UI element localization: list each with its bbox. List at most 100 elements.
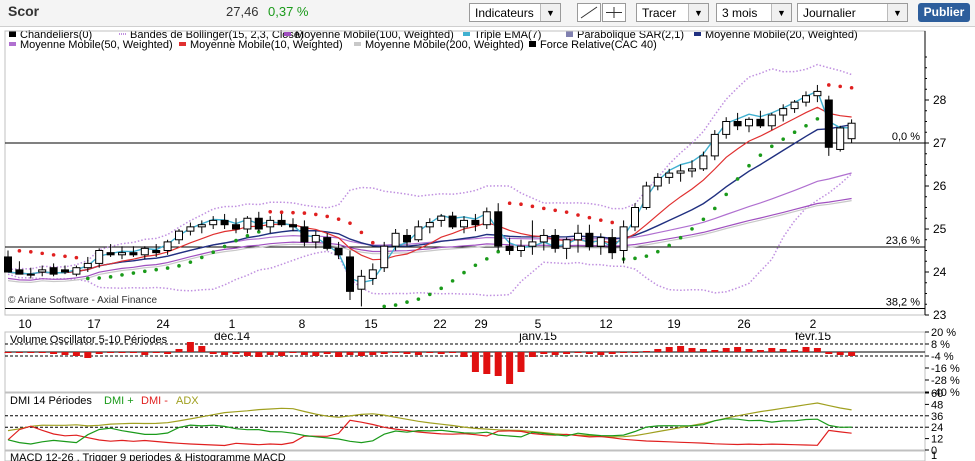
x-month-label: déc.14 — [214, 329, 250, 343]
vo-bar — [15, 352, 23, 353]
x-tick-label: 22 — [433, 317, 447, 331]
vo-bar — [779, 349, 787, 352]
vo-bar — [825, 352, 833, 354]
chevron-down-icon: ▼ — [887, 4, 907, 21]
price-change: 0,37 % — [268, 4, 309, 19]
candle-body — [767, 114, 776, 127]
tracer-dropdown[interactable]: Tracer ▼ — [636, 3, 709, 22]
vo-bar — [563, 352, 571, 354]
vo-bar — [494, 352, 502, 376]
candle-body — [72, 267, 81, 275]
chevron-down-icon: ▼ — [771, 4, 791, 21]
sar-dot — [747, 163, 751, 168]
sar-dot — [849, 85, 854, 90]
dmi-tick-label: 48 — [931, 399, 943, 411]
sar-dot — [553, 208, 557, 213]
sar-dot — [234, 238, 238, 243]
candle-body — [38, 269, 47, 273]
interval-value: Journalier — [803, 6, 856, 20]
fibonacci-label: 23,6 % — [886, 235, 920, 247]
chart-canvas[interactable]: Chandeliers(0) Bandes de Bollinger(15, 2,… — [0, 27, 975, 461]
sar-dot — [222, 244, 227, 249]
sar-dot — [165, 266, 170, 270]
vo-bar — [426, 352, 434, 353]
x-month-label: févr.15 — [795, 329, 831, 343]
legend-label: Force Relative(CAC 40) — [540, 39, 657, 51]
macd-title: MACD 12-26 , Trigger 9 periodes & Histog… — [10, 452, 286, 461]
vo-bar — [243, 352, 251, 356]
vo-bar — [4, 352, 12, 353]
vo-bar — [848, 352, 856, 356]
candle-body — [585, 232, 594, 247]
vo-bar — [61, 352, 69, 355]
vo-bar — [642, 351, 650, 352]
sar-dot — [97, 276, 101, 280]
chevron-down-icon: ▼ — [688, 4, 708, 21]
candle-body — [311, 234, 320, 243]
vo-bar — [198, 346, 206, 352]
candle-body — [824, 99, 833, 148]
candle-body — [665, 172, 674, 178]
candle-body — [289, 224, 297, 228]
price-tick-label: 27 — [933, 136, 947, 150]
tracer-label: Tracer — [642, 6, 677, 20]
sar-dot — [393, 303, 398, 307]
vo-bar — [152, 352, 160, 353]
sar-dot — [530, 204, 535, 209]
vo-bar — [357, 352, 365, 356]
candle-body — [334, 247, 343, 256]
vo-bar — [836, 352, 844, 355]
sar-dot — [804, 123, 808, 128]
vo-bar — [38, 352, 46, 353]
vo-bar — [380, 352, 388, 354]
sar-dot — [701, 217, 706, 222]
sar-dot — [325, 214, 330, 219]
vo-bar — [506, 352, 514, 384]
sar-dot — [336, 217, 341, 221]
period-select[interactable]: 3 mois ▼ — [716, 3, 792, 22]
vo-bar — [574, 352, 582, 353]
candle-body — [482, 211, 491, 226]
vo-bar — [84, 352, 92, 358]
interval-select[interactable]: Journalier ▼ — [797, 3, 908, 22]
sar-dot — [576, 213, 580, 217]
candle-body — [676, 170, 685, 174]
sar-dot — [279, 210, 284, 215]
vo-title: Volume Oscillator 5-10 Périodes — [10, 334, 168, 346]
publish-button[interactable]: Publier — [918, 3, 970, 22]
dmi-tick-label: 36 — [931, 411, 943, 423]
sar-dot — [405, 300, 409, 304]
sar-dot — [473, 263, 478, 268]
candle-body — [425, 222, 434, 228]
dmi-tick-label: 60 — [931, 388, 943, 400]
vo-bar — [118, 352, 126, 353]
vo-bar — [608, 352, 616, 354]
sar-dot — [348, 221, 352, 225]
sar-dot — [120, 273, 124, 277]
vo-bar — [95, 352, 103, 354]
vo-bar — [654, 349, 662, 352]
horizontal-line-tool-button[interactable] — [602, 3, 626, 22]
sar-dot — [200, 255, 204, 260]
candle-body — [118, 252, 126, 256]
legend-swatch — [9, 42, 16, 46]
vo-bar — [791, 350, 799, 352]
vo-bar — [734, 347, 742, 352]
sar-dot — [245, 233, 250, 238]
last-price: 27,46 — [226, 4, 259, 19]
vo-bar — [620, 352, 628, 353]
dmi-tick-label: 24 — [931, 422, 943, 434]
legend-swatch — [463, 32, 470, 36]
candle-body — [380, 245, 389, 269]
sar-dot — [690, 227, 694, 231]
sar-dot — [314, 212, 318, 217]
sar-dot — [770, 144, 774, 149]
candle-body — [300, 226, 309, 243]
dmi-tick-label: 12 — [931, 434, 943, 446]
trendline-tool-button[interactable] — [577, 3, 601, 22]
vo-bar — [221, 352, 229, 355]
indicators-dropdown[interactable]: Indicateurs ▼ — [469, 3, 561, 22]
x-tick-label: 26 — [737, 317, 751, 331]
sar-dot — [40, 251, 44, 256]
candle-body — [163, 241, 172, 251]
